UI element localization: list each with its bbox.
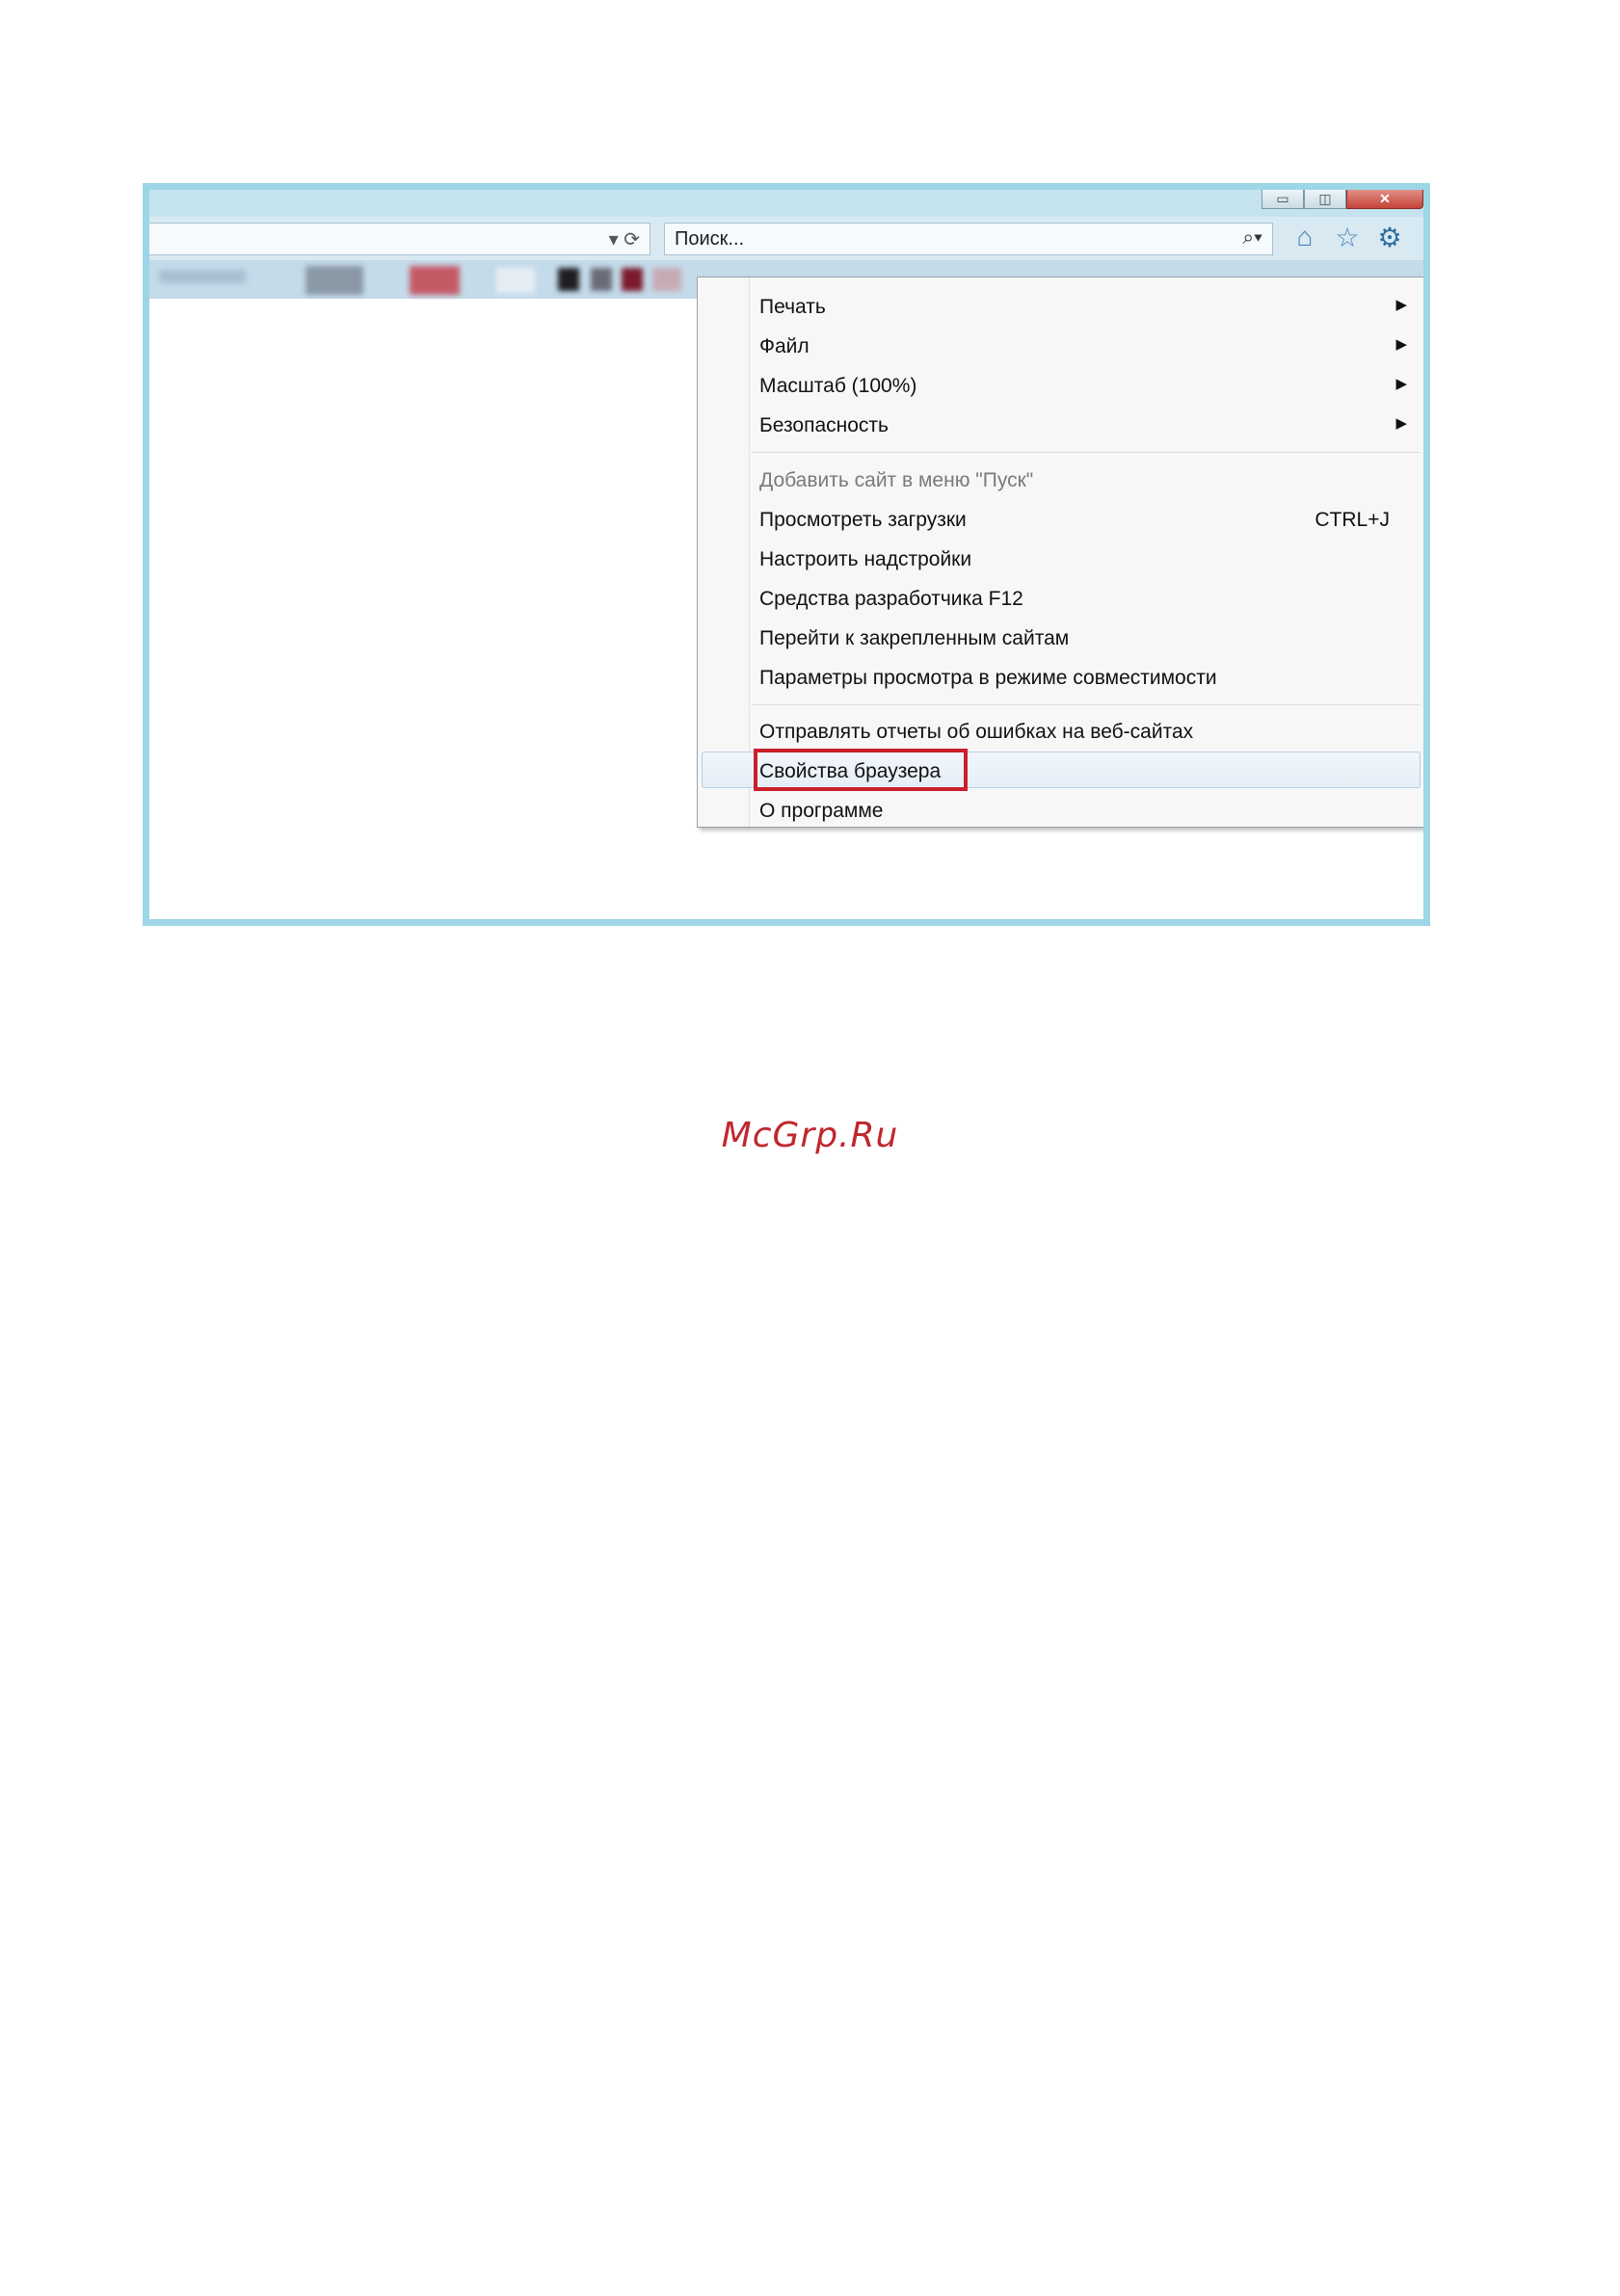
menu-item-label: Безопасность [759,414,889,436]
menu-separator [752,704,1421,705]
close-button[interactable]: ✕ [1346,190,1423,209]
menu-item-label: Файл [759,335,810,357]
blurred-favorite [652,268,681,291]
blurred-favorite [558,268,579,291]
submenu-arrow-icon: ▶ [1395,297,1407,313]
menu-separator [752,452,1421,453]
browser-screenshot: ▭ ◫ ✕ ▾ ⟳ Поиск... ⌕▾ ⌂ ☆ ⚙ Печать ▶ Фай… [143,183,1430,926]
watermark: McGrp.Ru [721,1116,899,1155]
menu-item-label: Печать [759,296,826,318]
menu-item-view-downloads[interactable]: Просмотреть загрузки CTRL+J [698,500,1423,537]
menu-item-label: Параметры просмотра в режиме совместимос… [759,667,1217,689]
blurred-favorite [622,268,643,291]
menu-item-label: Настроить надстройки [759,548,972,570]
tools-menu: Печать ▶ Файл ▶ Масштаб (100%) ▶ Безопас… [697,277,1423,828]
menu-item-safety[interactable]: Безопасность ▶ [698,406,1423,442]
menu-item-label: Добавить сайт в меню "Пуск" [759,469,1034,491]
home-icon[interactable]: ⌂ [1288,222,1321,253]
search-icon[interactable]: ⌕▾ [1242,226,1262,250]
browser-window: ▭ ◫ ✕ ▾ ⟳ Поиск... ⌕▾ ⌂ ☆ ⚙ Печать ▶ Фай… [149,190,1423,919]
submenu-arrow-icon: ▶ [1395,415,1407,432]
minimize-button[interactable]: ▭ [1261,190,1304,209]
menu-item-report-errors[interactable]: Отправлять отчеты об ошибках на веб-сайт… [698,712,1423,749]
search-box[interactable]: Поиск... ⌕▾ [664,223,1273,255]
menu-item-internet-options[interactable]: Свойства браузера [702,749,1421,791]
submenu-arrow-icon: ▶ [1395,376,1407,392]
blurred-favorite [410,266,460,295]
blurred-favorite [496,268,535,293]
highlight-box [754,749,968,791]
maximize-button[interactable]: ◫ [1304,190,1346,209]
menu-item-zoom[interactable]: Масштаб (100%) ▶ [698,366,1423,403]
menu-item-label: Перейти к закрепленным сайтам [759,627,1070,649]
menu-item-label: Средства разработчика F12 [759,588,1023,610]
menu-item-label: Отправлять отчеты об ошибках на веб-сайт… [759,721,1194,743]
submenu-arrow-icon: ▶ [1395,336,1407,353]
gear-icon[interactable]: ⚙ [1373,222,1406,253]
menu-item-manage-addons[interactable]: Настроить надстройки [698,540,1423,576]
menu-item-add-to-start: Добавить сайт в меню "Пуск" [698,461,1423,497]
window-controls: ▭ ◫ ✕ [1261,190,1423,213]
menu-item-label: Просмотреть загрузки [759,509,967,531]
menu-item-print[interactable]: Печать ▶ [698,287,1423,324]
menu-item-compatibility-view[interactable]: Параметры просмотра в режиме совместимос… [698,658,1423,695]
star-icon[interactable]: ☆ [1331,222,1364,253]
menu-item-pinned-sites[interactable]: Перейти к закрепленным сайтам [698,619,1423,655]
blurred-favorite [159,270,246,283]
address-bar[interactable]: ▾ ⟳ [149,223,651,255]
refresh-icon[interactable]: ▾ ⟳ [609,227,640,251]
shortcut-label: CTRL+J [1315,509,1390,531]
navigation-bar: ▾ ⟳ Поиск... ⌕▾ ⌂ ☆ ⚙ [149,217,1423,260]
menu-item-about[interactable]: О программе [698,791,1423,828]
menu-item-file[interactable]: Файл ▶ [698,327,1423,363]
blurred-favorite [591,268,612,291]
toolbar-icons: ⌂ ☆ ⚙ [1288,222,1406,253]
blurred-favorite [305,266,363,295]
menu-item-label: О программе [759,800,884,822]
search-input[interactable]: Поиск... [675,228,744,251]
menu-item-label: Масштаб (100%) [759,375,917,397]
menu-item-developer-tools[interactable]: Средства разработчика F12 [698,579,1423,616]
title-bar: ▭ ◫ ✕ [149,190,1423,217]
